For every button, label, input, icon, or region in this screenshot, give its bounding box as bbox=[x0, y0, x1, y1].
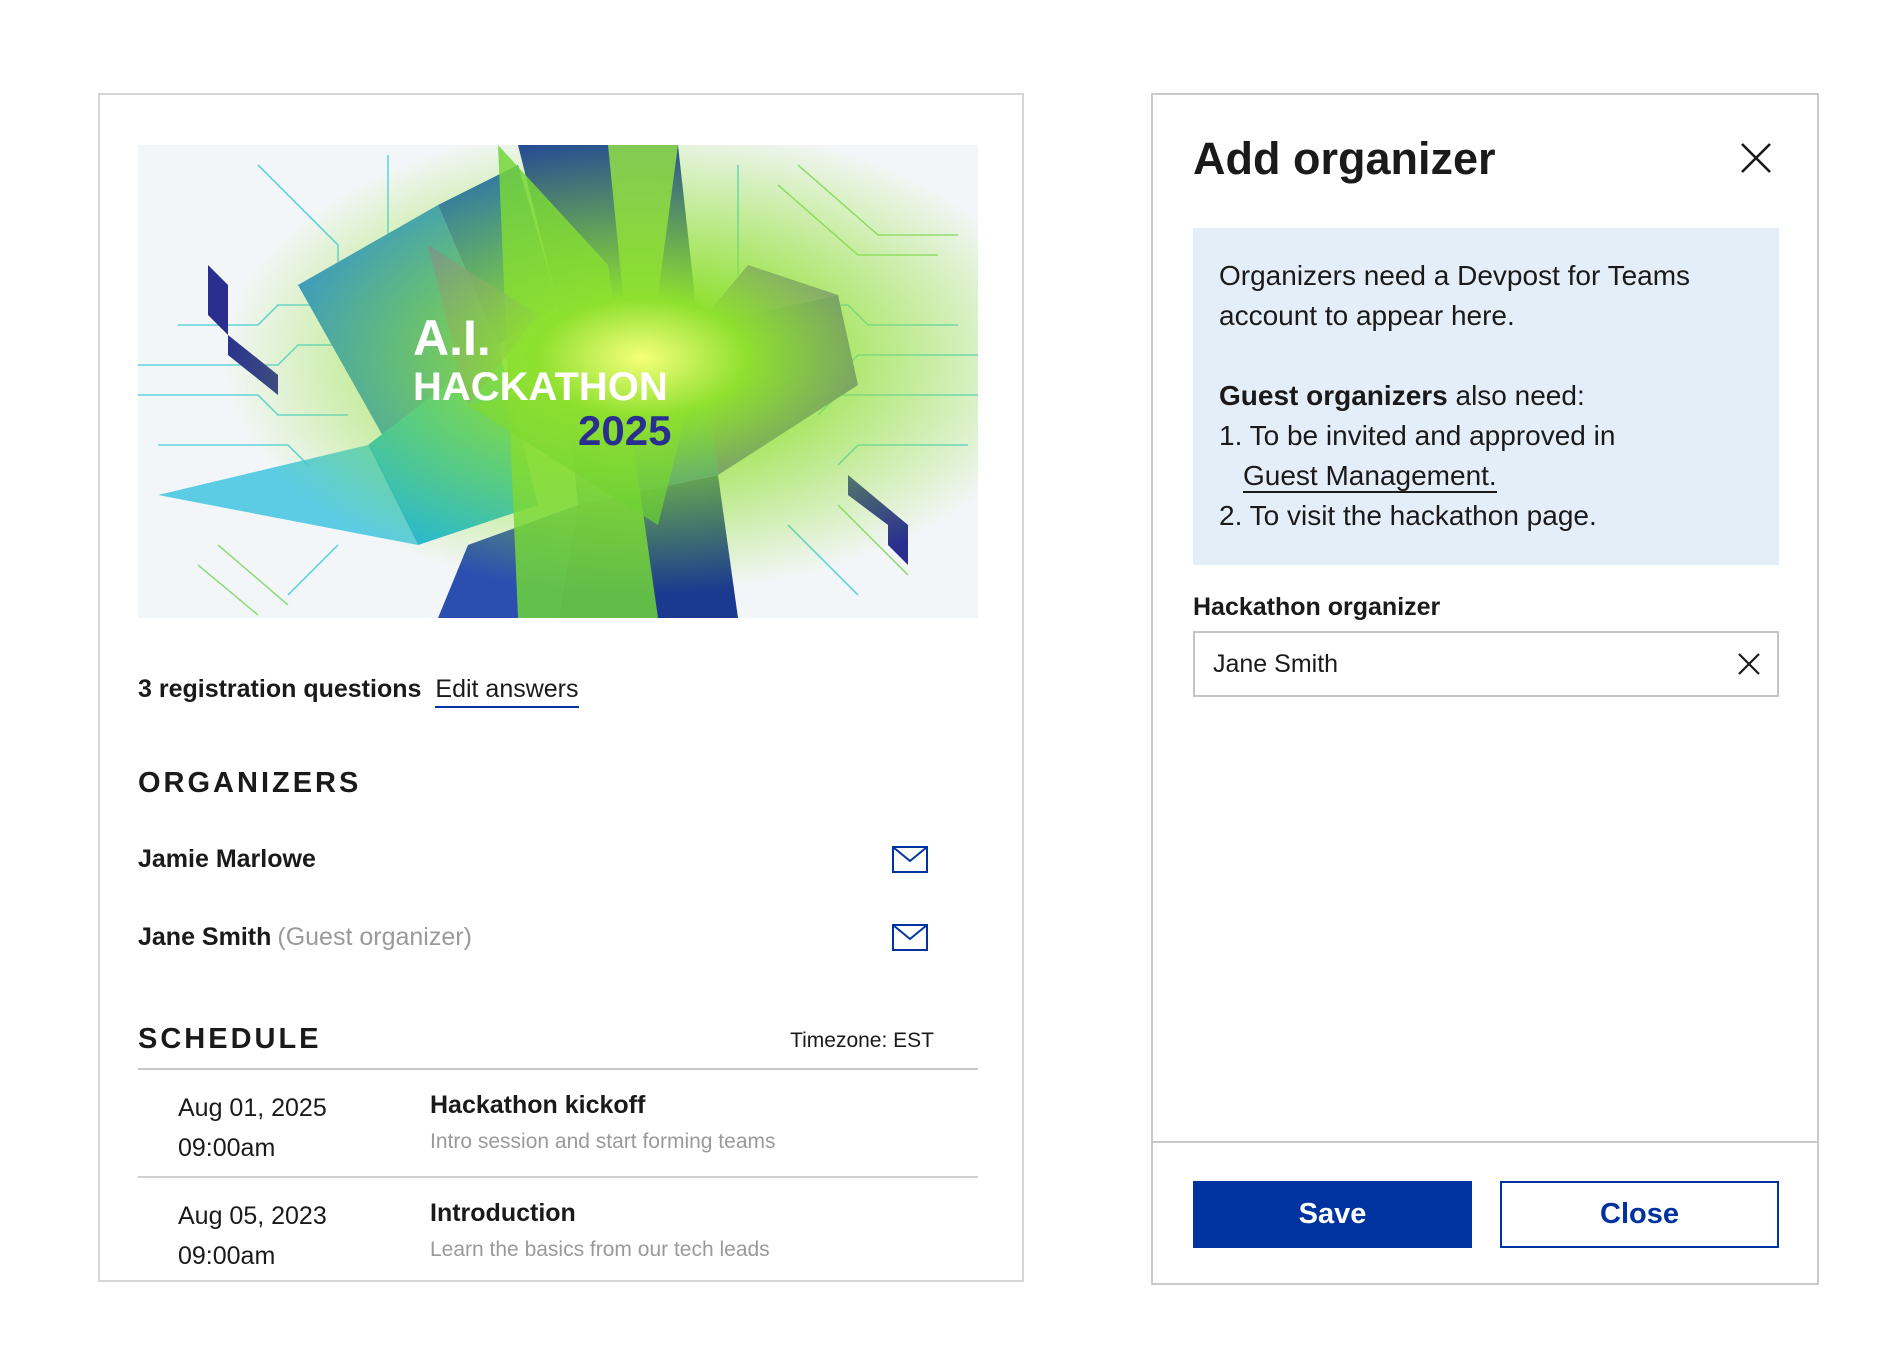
close-button[interactable]: Close bbox=[1500, 1181, 1779, 1248]
info-guest-rest: also need: bbox=[1447, 380, 1585, 411]
schedule-date: Aug 01, 2025 bbox=[178, 1094, 327, 1122]
schedule-time: 09:00am bbox=[178, 1242, 276, 1270]
banner-artwork: A.I. HACKATHON 2025 bbox=[138, 145, 978, 618]
info-step-2: 2. To visit the hackathon page. bbox=[1219, 500, 1597, 531]
schedule-list: Aug 01, 2025 09:00am Hackathon kickoff I… bbox=[138, 1068, 978, 1280]
schedule-event-desc: Intro session and start forming teams bbox=[430, 1130, 776, 1153]
add-organizer-panel: Add organizer Organizers need a Devpost … bbox=[1151, 93, 1819, 1285]
organizer-row: Jamie Marlowe bbox=[138, 839, 928, 879]
organizer-field-label: Hackathon organizer bbox=[1193, 593, 1441, 621]
timezone-label: Timezone: EST bbox=[790, 1029, 934, 1052]
save-button[interactable]: Save bbox=[1193, 1181, 1472, 1248]
info-text: Organizers need a Devpost for Teams acco… bbox=[1219, 260, 1691, 331]
info-steps: 1. To be invited and approved in Guest M… bbox=[1219, 416, 1753, 536]
mail-icon[interactable] bbox=[892, 845, 928, 873]
schedule-datetime: Aug 05, 2023 09:00am bbox=[178, 1196, 327, 1276]
schedule-datetime: Aug 01, 2025 09:00am bbox=[178, 1088, 327, 1168]
registration-count: 3 registration questions bbox=[138, 675, 422, 703]
schedule-event-name: Introduction bbox=[430, 1199, 576, 1227]
schedule-heading: SCHEDULE bbox=[138, 1023, 322, 1055]
organizer-field bbox=[1193, 631, 1779, 697]
info-step-1-text: 1. To be invited and approved in bbox=[1219, 420, 1616, 451]
hackathon-banner: A.I. HACKATHON 2025 bbox=[138, 145, 978, 618]
panel-footer: Save Close bbox=[1153, 1141, 1817, 1285]
banner-line1: A.I. bbox=[413, 310, 491, 366]
mail-icon[interactable] bbox=[892, 923, 928, 951]
edit-answers-link[interactable]: Edit answers bbox=[435, 675, 579, 708]
schedule-event-name: Hackathon kickoff bbox=[430, 1091, 646, 1119]
organizer-role-note: (Guest organizer) bbox=[277, 922, 472, 951]
banner-line2: HACKATHON bbox=[413, 365, 668, 409]
schedule-time: 09:00am bbox=[178, 1134, 276, 1162]
info-notice: Organizers need a Devpost for Teams acco… bbox=[1193, 228, 1779, 565]
hackathon-card: A.I. HACKATHON 2025 3 registration quest… bbox=[98, 93, 1024, 1282]
organizer-name: Jane Smith bbox=[138, 922, 272, 951]
organizer-input[interactable] bbox=[1195, 633, 1737, 695]
info-guest-bold: Guest organizers bbox=[1219, 380, 1448, 411]
info-guest-line: Guest organizers also need: bbox=[1219, 376, 1753, 416]
schedule-event: Introduction Learn the basics from our t… bbox=[430, 1196, 770, 1270]
schedule-event-desc: Learn the basics from our tech leads bbox=[430, 1238, 770, 1261]
schedule-item: Aug 05, 2023 09:00am Introduction Learn … bbox=[138, 1178, 978, 1280]
guest-management-link[interactable]: Guest Management. bbox=[1243, 460, 1497, 493]
info-step-1: 1. To be invited and approved in Guest M… bbox=[1219, 416, 1753, 496]
organizer-row: Jane Smith (Guest organizer) bbox=[138, 917, 928, 957]
schedule-date: Aug 05, 2023 bbox=[178, 1202, 327, 1230]
registration-row: 3 registration questions Edit answers bbox=[138, 675, 579, 708]
banner-line3: 2025 bbox=[578, 407, 671, 454]
organizers-heading: ORGANIZERS bbox=[138, 767, 362, 799]
panel-title: Add organizer bbox=[1193, 133, 1496, 184]
schedule-event: Hackathon kickoff Intro session and star… bbox=[430, 1088, 776, 1162]
clear-icon[interactable] bbox=[1737, 652, 1761, 676]
organizer-name: Jamie Marlowe bbox=[138, 844, 316, 873]
close-icon[interactable] bbox=[1739, 141, 1773, 175]
organizer-label: Jamie Marlowe bbox=[138, 845, 316, 874]
organizer-label: Jane Smith (Guest organizer) bbox=[138, 923, 472, 952]
schedule-item: Aug 01, 2025 09:00am Hackathon kickoff I… bbox=[138, 1070, 978, 1178]
